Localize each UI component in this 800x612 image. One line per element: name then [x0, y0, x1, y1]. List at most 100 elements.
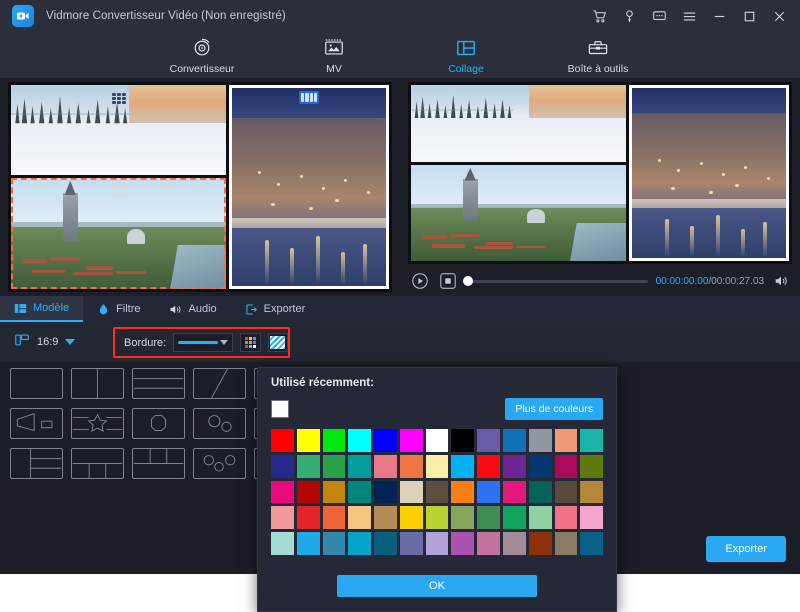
- color-swatch[interactable]: [477, 532, 501, 555]
- nav-tab-convertisseur[interactable]: Convertisseur: [160, 36, 244, 75]
- color-swatch[interactable]: [477, 454, 501, 478]
- color-swatch[interactable]: [451, 480, 475, 504]
- color-swatch[interactable]: [348, 454, 372, 478]
- template-two-col[interactable]: [71, 368, 124, 399]
- color-swatch[interactable]: [322, 429, 346, 452]
- color-swatch[interactable]: [271, 506, 294, 530]
- color-swatch[interactable]: [296, 480, 320, 504]
- template-bottom-three[interactable]: [71, 448, 124, 479]
- color-swatch[interactable]: [554, 506, 578, 530]
- color-swatch[interactable]: [271, 532, 294, 555]
- subtab-modele[interactable]: Modèle: [0, 296, 84, 322]
- color-swatch[interactable]: [477, 429, 501, 452]
- color-swatch[interactable]: [425, 480, 449, 504]
- aspect-ratio-selector[interactable]: 16:9: [14, 332, 76, 353]
- cell-badge-icon[interactable]: [299, 91, 320, 104]
- color-swatch[interactable]: [477, 480, 501, 504]
- maximize-icon[interactable]: [736, 3, 762, 29]
- color-swatch[interactable]: [271, 429, 294, 452]
- template-top-three[interactable]: [132, 448, 185, 479]
- export-button[interactable]: Exporter: [706, 536, 786, 562]
- more-colors-button[interactable]: Plus de couleurs: [505, 398, 603, 420]
- template-mega-small[interactable]: [10, 408, 63, 439]
- stop-icon[interactable]: [438, 271, 458, 291]
- template-three-row[interactable]: [132, 368, 185, 399]
- color-swatch[interactable]: [528, 429, 552, 452]
- cart-icon[interactable]: [586, 3, 612, 29]
- color-swatch[interactable]: [451, 506, 475, 530]
- border-color-button[interactable]: [240, 333, 261, 352]
- color-swatch[interactable]: [374, 480, 397, 504]
- color-swatch[interactable]: [348, 532, 372, 555]
- nav-tab-boite-a-outils[interactable]: Boîte à outils: [556, 36, 640, 75]
- color-swatch[interactable]: [554, 454, 578, 478]
- color-swatch[interactable]: [580, 532, 604, 555]
- play-icon[interactable]: [410, 271, 430, 291]
- color-swatch[interactable]: [271, 454, 294, 478]
- color-swatch[interactable]: [554, 532, 578, 555]
- feedback-icon[interactable]: [646, 3, 672, 29]
- minimize-icon[interactable]: [706, 3, 732, 29]
- template-circles-three[interactable]: [193, 448, 246, 479]
- color-swatch[interactable]: [528, 532, 552, 555]
- chevron-down-icon[interactable]: [220, 340, 229, 345]
- color-swatch[interactable]: [425, 506, 449, 530]
- color-swatch[interactable]: [374, 506, 397, 530]
- color-swatch[interactable]: [296, 429, 320, 452]
- color-swatch[interactable]: [348, 429, 372, 452]
- color-swatch[interactable]: [425, 454, 449, 478]
- color-swatch[interactable]: [296, 454, 320, 478]
- template-left-stack[interactable]: [10, 448, 63, 479]
- color-swatch[interactable]: [451, 429, 475, 452]
- color-swatch[interactable]: [580, 429, 604, 452]
- color-swatch[interactable]: [503, 532, 526, 555]
- chevron-down-icon[interactable]: [65, 339, 76, 345]
- color-swatch[interactable]: [296, 532, 320, 555]
- color-swatch[interactable]: [451, 454, 475, 478]
- color-swatch[interactable]: [503, 429, 526, 452]
- cell-drag-grip[interactable]: [111, 93, 126, 104]
- color-swatch[interactable]: [554, 480, 578, 504]
- cell-drag-grip[interactable]: [111, 185, 126, 197]
- color-swatch[interactable]: [322, 532, 346, 555]
- color-swatch[interactable]: [425, 429, 449, 452]
- close-icon[interactable]: [766, 3, 792, 29]
- color-swatch[interactable]: [503, 506, 526, 530]
- color-swatch[interactable]: [528, 506, 552, 530]
- template-octagon[interactable]: [132, 408, 185, 439]
- template-circles-two[interactable]: [193, 408, 246, 439]
- color-swatch[interactable]: [425, 532, 449, 555]
- color-swatch[interactable]: [322, 454, 346, 478]
- subtab-audio[interactable]: Audio: [155, 296, 231, 322]
- template-single[interactable]: [10, 368, 63, 399]
- recent-color-swatch[interactable]: [271, 400, 289, 418]
- color-swatch[interactable]: [580, 506, 604, 530]
- template-star[interactable]: [71, 408, 124, 439]
- color-swatch[interactable]: [271, 480, 294, 504]
- nav-tab-collage[interactable]: Collage: [424, 36, 508, 75]
- color-swatch[interactable]: [348, 480, 372, 504]
- color-swatch[interactable]: [451, 532, 475, 555]
- color-swatch[interactable]: [399, 429, 423, 452]
- color-swatch[interactable]: [399, 480, 423, 504]
- progress-knob[interactable]: [463, 276, 473, 286]
- color-swatch[interactable]: [322, 506, 346, 530]
- color-swatch[interactable]: [296, 506, 320, 530]
- key-icon[interactable]: [616, 3, 642, 29]
- ok-button[interactable]: OK: [337, 575, 537, 597]
- template-diagonal[interactable]: [193, 368, 246, 399]
- color-palette-grid[interactable]: [271, 429, 604, 555]
- editor-preview-panel[interactable]: [0, 78, 400, 296]
- color-swatch[interactable]: [322, 480, 346, 504]
- border-style-select[interactable]: [173, 333, 234, 352]
- color-swatch[interactable]: [503, 480, 526, 504]
- menu-icon[interactable]: [676, 3, 702, 29]
- volume-icon[interactable]: [772, 272, 790, 290]
- color-swatch[interactable]: [348, 506, 372, 530]
- color-swatch[interactable]: [374, 532, 397, 555]
- color-swatch[interactable]: [528, 454, 552, 478]
- nav-tab-mv[interactable]: MV: [292, 36, 376, 75]
- color-swatch[interactable]: [580, 454, 604, 478]
- color-swatch[interactable]: [374, 454, 397, 478]
- color-swatch[interactable]: [580, 480, 604, 504]
